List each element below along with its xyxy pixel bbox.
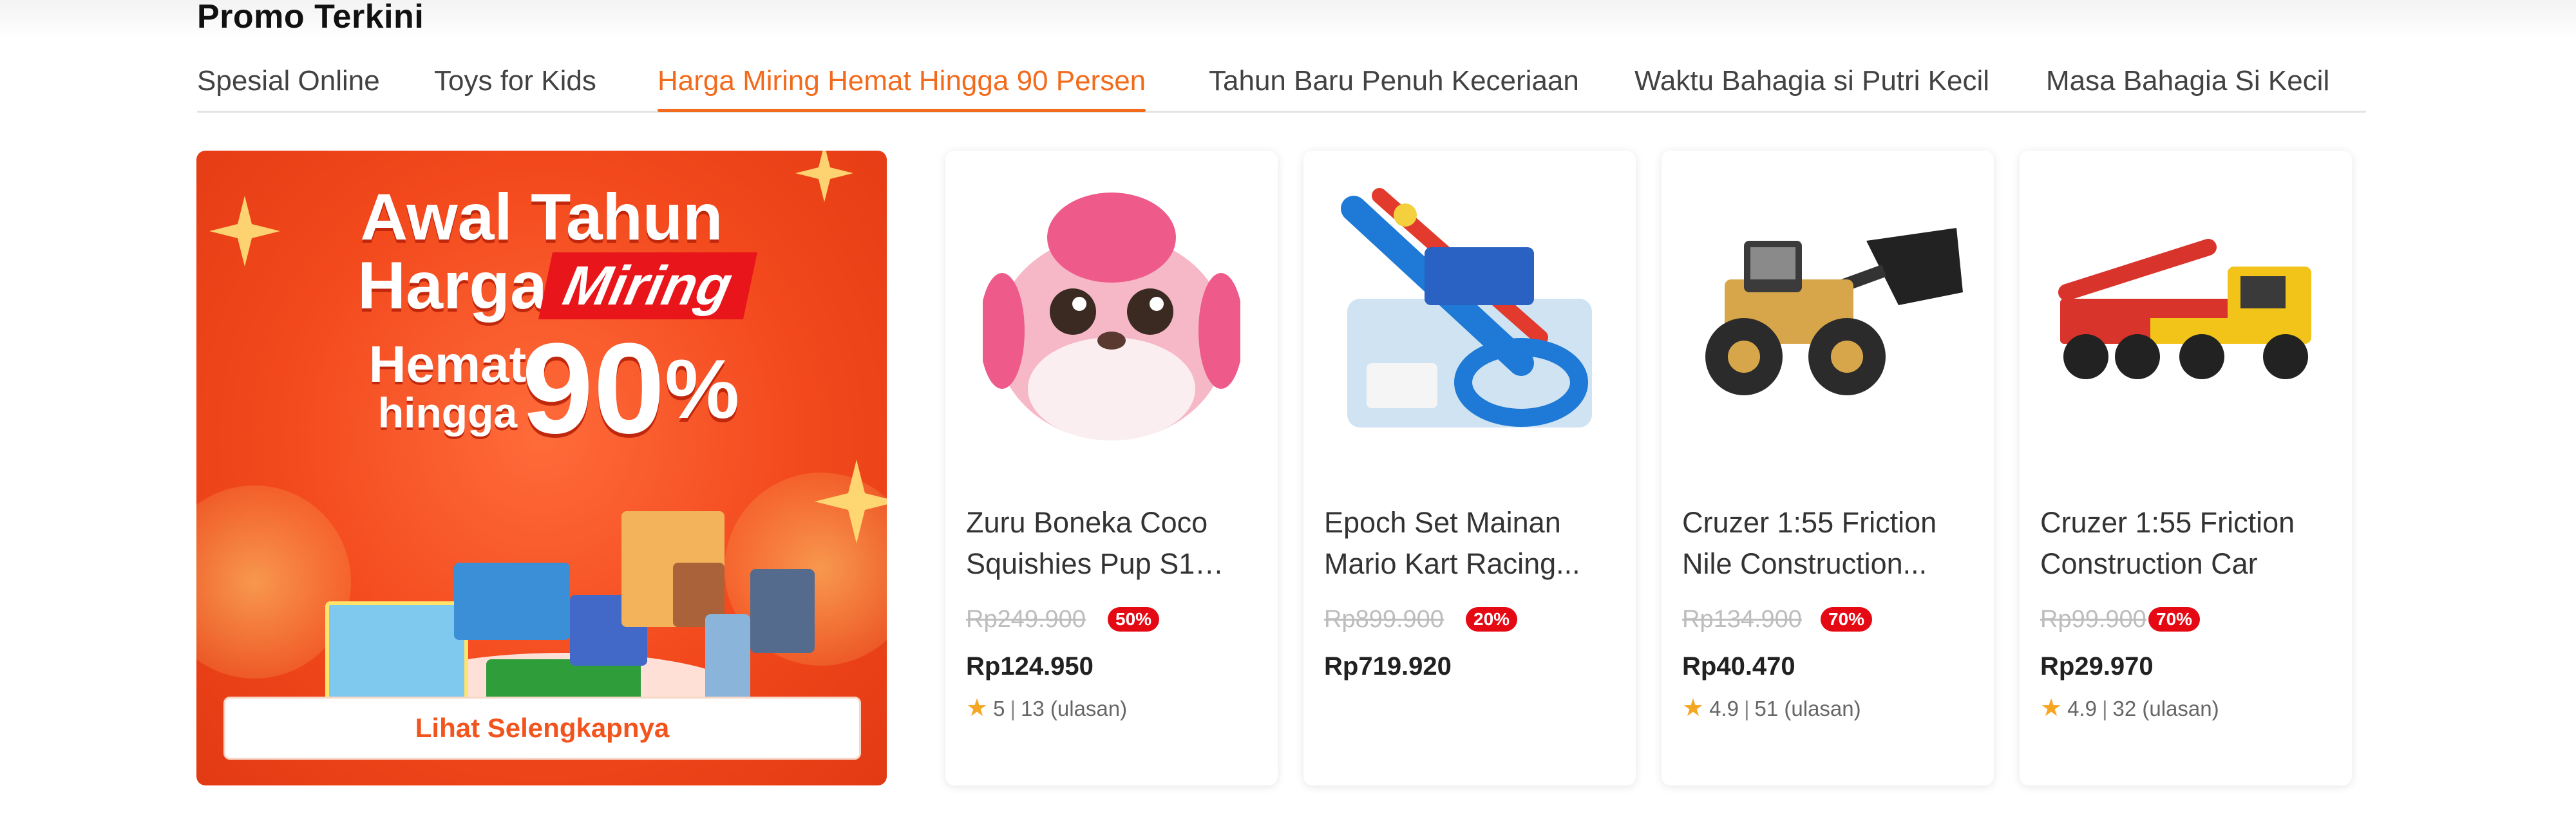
banner-percent-sign: % [665, 342, 740, 436]
tab-harga-miring[interactable]: Harga Miring Hemat Hingga 90 Persen [658, 59, 1146, 112]
rating-value: 4.9 [2067, 697, 2097, 720]
product-card[interactable]: Zuru Boneka Coco Squishies Pup S1 9616 R… [945, 151, 1278, 785]
banner-headline: Awal Tahun [360, 180, 723, 254]
toy-box-illustration [325, 601, 468, 706]
star-icon: ★ [2040, 695, 2063, 722]
banner-harga: Harga [357, 249, 547, 323]
section-title: Promo Terkini [197, 0, 424, 35]
product-price: Rp719.920 [1324, 652, 1452, 681]
product-name[interactable]: Zuru Boneka Coco Squishies Pup S1 9616 [966, 502, 1257, 585]
product-card[interactable]: Cruzer 1:55 Friction Construction Car Rp… [2020, 151, 2352, 785]
tab-spesial-online[interactable]: Spesial Online [197, 59, 380, 111]
review-count: 32 (ulasan) [2112, 697, 2219, 720]
tow-truck-toy-icon [2039, 165, 2333, 458]
product-rating: ★ 4.9 | 51 (ulasan) [1682, 694, 1861, 723]
banner-hingga-text: hingga [377, 389, 518, 437]
product-price: Rp29.970 [2040, 652, 2154, 681]
banner-hemat: Hemat hingga [351, 335, 544, 437]
pink-plush-dog-icon [965, 165, 1258, 458]
discount-badge: 20% [1466, 607, 1518, 632]
product-price: Rp124.950 [966, 652, 1094, 681]
rating-separator: | [1010, 697, 1016, 720]
promo-tabs: Spesial Online Toys for Kids Harga Mirin… [197, 59, 2366, 113]
product-name[interactable]: Cruzer 1:55 Friction Nile Construction..… [1682, 502, 1973, 585]
product-name[interactable]: Epoch Set Mainan Mario Kart Racing... [1324, 502, 1615, 585]
tab-toys-for-kids[interactable]: Toys for Kids [434, 59, 596, 111]
banner-miring-label: Miring [538, 252, 758, 319]
product-rating: ★ 5 | 13 (ulasan) [966, 694, 1127, 723]
wheel-loader-toy-icon [1681, 165, 1975, 458]
product-old-price: Rp899.900 [1324, 606, 1444, 633]
star-icon: ★ [966, 695, 989, 722]
discount-badge: 70% [1821, 607, 1873, 632]
star-icon: ★ [1682, 695, 1705, 722]
race-track-playset-icon [1323, 165, 1616, 458]
product-old-price: Rp249.900 [966, 606, 1086, 633]
rating-separator: | [2101, 697, 2108, 720]
toy-box-illustration [705, 614, 750, 704]
banner-hemat-text: Hemat [368, 335, 527, 393]
review-count: 13 (ulasan) [1021, 697, 1128, 720]
promo-banner[interactable]: Awal Tahun Harga Miring Hemat hingga 90%… [196, 151, 887, 785]
discount-badge: 70% [2148, 607, 2201, 632]
product-old-price: Rp134.900 [1682, 606, 1802, 633]
product-name[interactable]: Cruzer 1:55 Friction Construction Car [2040, 502, 2331, 585]
review-count: 51 (ulasan) [1754, 697, 1861, 720]
rating-value: 5 [993, 697, 1005, 720]
product-price: Rp40.470 [1682, 652, 1795, 681]
product-rating: ★ 4.9 | 32 (ulasan) [2040, 694, 2219, 723]
lihat-selengkapnya-button[interactable]: Lihat Selengkapnya [223, 697, 861, 760]
toy-box-illustration [454, 563, 570, 640]
tab-masa-bahagia[interactable]: Masa Bahagia Si Kecil [2046, 59, 2329, 111]
banner-percent-value: 90 [522, 317, 665, 460]
product-card[interactable]: Epoch Set Mainan Mario Kart Racing... Rp… [1303, 151, 1636, 785]
rating-value: 4.9 [1709, 697, 1739, 720]
tab-putri-kecil[interactable]: Waktu Bahagia si Putri Kecil [1634, 59, 1989, 111]
toy-box-illustration [750, 569, 815, 653]
tab-tahun-baru[interactable]: Tahun Baru Penuh Keceriaan [1209, 59, 1579, 111]
product-card[interactable]: Cruzer 1:55 Friction Nile Construction..… [1662, 151, 1994, 785]
banner-percent: 90% [522, 324, 739, 453]
rating-separator: | [1743, 697, 1750, 720]
product-old-price: Rp99.900 [2040, 606, 2146, 633]
discount-badge: 50% [1108, 607, 1160, 632]
